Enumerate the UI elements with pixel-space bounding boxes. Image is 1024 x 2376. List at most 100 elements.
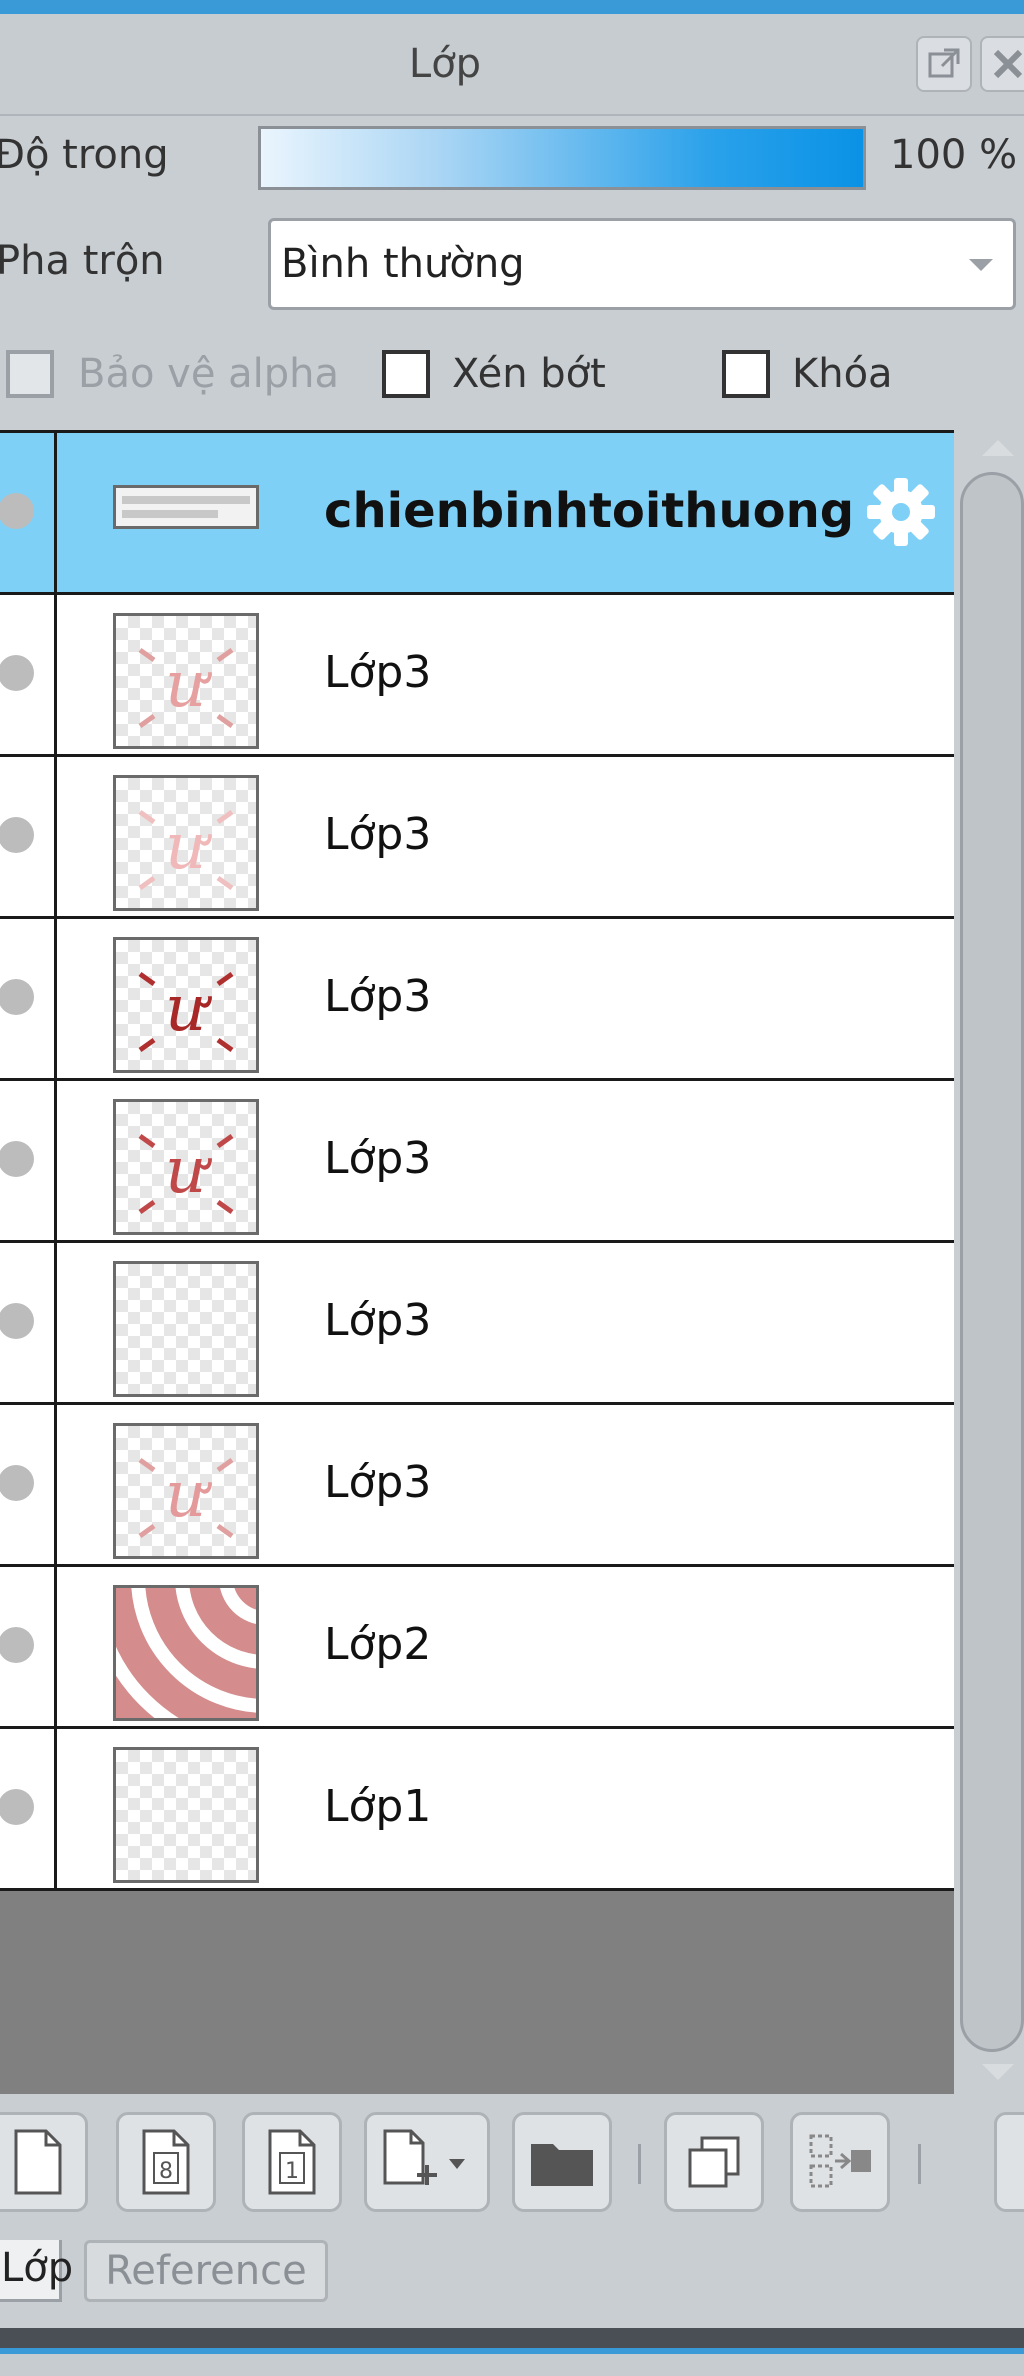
new-layer-button[interactable] (0, 2112, 88, 2212)
new-page-icon (14, 2129, 62, 2195)
external-window-icon (928, 48, 960, 78)
column-divider (54, 757, 57, 916)
tab-layer[interactable]: Lớp (0, 2240, 73, 2302)
page-8-text: 8 (159, 2159, 173, 2184)
page-1-icon: 1 (268, 2129, 316, 2195)
layer-thumbnail (113, 1585, 259, 1721)
close-icon (993, 49, 1023, 79)
visibility-toggle[interactable] (0, 493, 34, 529)
svg-text:ư: ư (165, 648, 212, 722)
visibility-toggle[interactable] (0, 1789, 34, 1825)
undock-button[interactable] (916, 36, 972, 92)
protect-alpha-checkbox[interactable] (6, 350, 54, 398)
visibility-toggle[interactable] (0, 655, 34, 691)
clip-label: Xén bớt (452, 351, 606, 397)
layer-name: Lớp3 (324, 1133, 432, 1184)
svg-text:ư: ư (165, 1458, 212, 1532)
close-button[interactable] (980, 36, 1024, 92)
layer-toolbar: 8 1 (0, 2100, 1024, 2222)
add-layer-dropdown-button[interactable] (364, 2112, 490, 2212)
blend-mode-label: Pha trộn (0, 238, 165, 284)
merge-down-button[interactable] (790, 2112, 890, 2212)
page-add-icon (383, 2129, 465, 2185)
panel-bottom-edge (0, 2328, 1024, 2348)
layer-thumbnail: ư (113, 937, 259, 1073)
layer-list[interactable]: chienbinhtoithuong ư Lớp3 ư Lớp3 ư Lớp3 … (0, 430, 954, 2094)
layer-row[interactable]: ư Lớp3 (0, 916, 954, 1078)
layer-thumbnail (113, 1747, 259, 1883)
layer-thumbnail: ư (113, 613, 259, 749)
layer-name: Lớp3 (324, 647, 432, 698)
column-divider (54, 1729, 57, 1888)
layer-thumbnail: ư (113, 1423, 259, 1559)
layer-thumbnail (113, 1261, 259, 1397)
layer-row[interactable]: Lớp3 (0, 1240, 954, 1402)
opacity-slider[interactable] (258, 126, 866, 190)
layer-name: Lớp3 (324, 1295, 432, 1346)
visibility-toggle[interactable] (0, 1303, 34, 1339)
lock-label: Khóa (792, 351, 893, 397)
layer-row[interactable]: ư Lớp3 (0, 754, 954, 916)
scroll-down-arrow[interactable] (982, 2064, 1014, 2080)
panel-title: Lớp (408, 41, 482, 87)
visibility-toggle[interactable] (0, 979, 34, 1015)
panel-tabs: Lớp Reference (0, 2222, 1024, 2328)
svg-text:ư: ư (165, 1134, 212, 1208)
column-divider (54, 595, 57, 754)
duplicate-icon (688, 2136, 740, 2188)
visibility-toggle[interactable] (0, 1141, 34, 1177)
column-divider (54, 1567, 57, 1726)
layer-name: Lớp1 (324, 1781, 432, 1832)
folder-icon (531, 2144, 593, 2186)
panel-titlebar[interactable]: Lớp (0, 14, 1024, 116)
blend-mode-value: Bình thường (281, 241, 525, 287)
new-folder-button[interactable] (512, 2112, 612, 2212)
column-divider (54, 1405, 57, 1564)
layer-row[interactable]: ư Lớp3 (0, 1078, 954, 1240)
new-1bit-layer-button[interactable]: 1 (242, 2112, 342, 2212)
layer-row[interactable]: ư Lớp3 (0, 1402, 954, 1564)
scrollbar-thumb[interactable] (960, 472, 1024, 2052)
visibility-toggle[interactable] (0, 1627, 34, 1663)
layer-row[interactable]: chienbinhtoithuong (0, 430, 954, 592)
page-1-text: 1 (285, 2159, 299, 2184)
layer-row[interactable]: ư Lớp3 (0, 592, 954, 754)
layer-row[interactable]: Lớp2 (0, 1564, 954, 1726)
window-top-accent (0, 0, 1024, 14)
layer-thumbnail: ư (113, 1099, 259, 1235)
visibility-toggle[interactable] (0, 817, 34, 853)
lock-checkbox[interactable] (722, 350, 770, 398)
column-divider (54, 1243, 57, 1402)
layer-name: chienbinhtoithuong (324, 483, 855, 539)
layer-name: Lớp3 (324, 1457, 432, 1508)
column-divider (54, 1081, 57, 1240)
toolbar-divider (918, 2144, 921, 2184)
chevron-down-icon (969, 259, 993, 271)
gear-icon[interactable] (862, 473, 940, 551)
merge-icon (809, 2134, 871, 2188)
clip-checkbox[interactable] (382, 350, 430, 398)
svg-text:ư: ư (165, 972, 212, 1046)
new-8bit-layer-button[interactable]: 8 (116, 2112, 216, 2212)
layer-name: Lớp2 (324, 1619, 432, 1670)
layer-thumbnail (113, 485, 259, 529)
svg-text:ư: ư (165, 810, 212, 884)
visibility-toggle[interactable] (0, 1465, 34, 1501)
layer-name: Lớp3 (324, 971, 432, 1022)
blend-mode-select[interactable]: Bình thường (268, 218, 1016, 310)
scroll-up-arrow[interactable] (982, 440, 1014, 456)
more-tools-button[interactable] (994, 2112, 1024, 2212)
next-panel-titlebar (0, 2348, 1024, 2376)
page-8-icon: 8 (142, 2129, 190, 2195)
protect-alpha-label: Bảo vệ alpha (78, 351, 340, 397)
toolbar-divider (638, 2144, 641, 2184)
tab-reference[interactable]: Reference (84, 2240, 328, 2302)
column-divider (54, 433, 57, 592)
opacity-value: 100 % (890, 132, 1018, 178)
opacity-label: Độ trong (0, 132, 169, 178)
layer-thumbnail: ư (113, 775, 259, 911)
column-divider (54, 919, 57, 1078)
layer-row[interactable]: Lớp1 (0, 1726, 954, 1891)
layer-name: Lớp3 (324, 809, 432, 860)
duplicate-layer-button[interactable] (664, 2112, 764, 2212)
